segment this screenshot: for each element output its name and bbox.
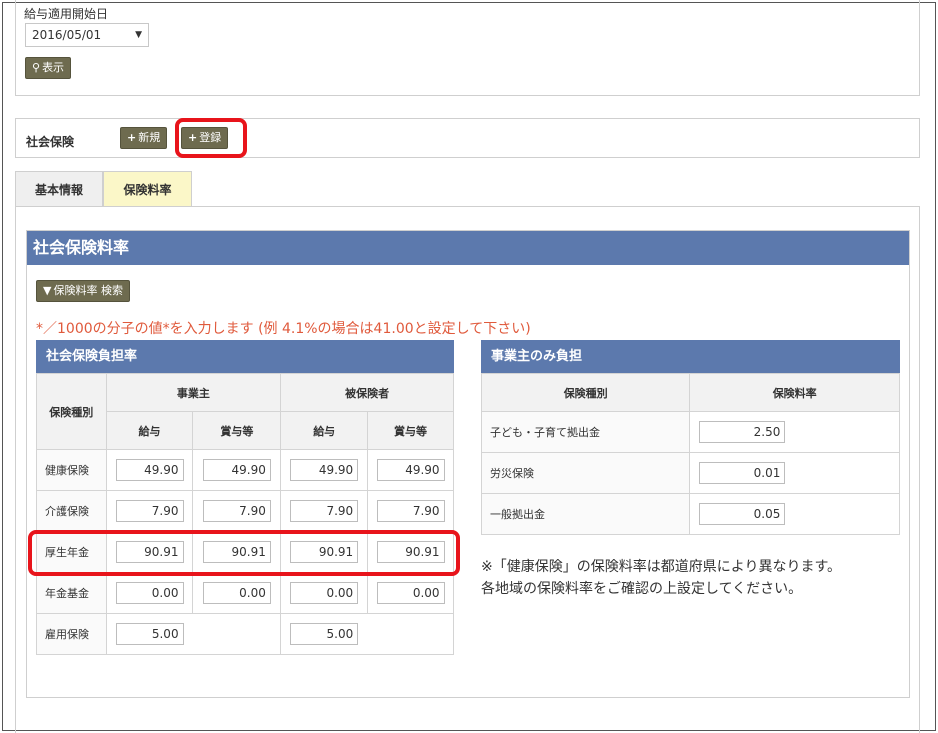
table-row: 健康保険 49.90 49.90 49.90 49.90 bbox=[36, 449, 454, 491]
row-label: 健康保険 bbox=[36, 449, 107, 491]
note-line-1: ※「健康保険」の保険料率は都道府県により異なります。 bbox=[481, 559, 842, 575]
new-button-label: 新規 bbox=[138, 131, 161, 144]
right-col-rate-header: 保険料率 bbox=[689, 373, 900, 412]
table-row: 年金基金 0.00 0.00 0.00 0.00 bbox=[36, 572, 454, 614]
tab-insurance-rate[interactable]: 保険料率 bbox=[103, 171, 192, 207]
employer-bonus-header: 賞与等 bbox=[192, 411, 282, 450]
search-icon: ⚲ bbox=[32, 61, 41, 74]
start-date-select[interactable]: 2016/05/01 ▼ bbox=[25, 23, 149, 47]
register-highlight bbox=[175, 118, 247, 158]
employer-header: 事業主 bbox=[105, 373, 282, 412]
rate-input[interactable]: 5.00 bbox=[115, 623, 184, 645]
rate-search-button[interactable]: ▼ 保険料率 検索 bbox=[36, 280, 130, 302]
filter-panel bbox=[15, 0, 920, 96]
start-date-label: 給与適用開始日 bbox=[24, 7, 109, 21]
insurance-label: 社会保険 bbox=[26, 135, 75, 149]
rate-input[interactable]: 7.90 bbox=[202, 500, 271, 522]
employer-only-table: 保険種別 保険料率 子ども・子育て拠出金 2.50 労災保険 0.01 一般拠出… bbox=[480, 373, 900, 535]
rate-input[interactable]: 49.90 bbox=[376, 459, 445, 481]
pension-row-highlight bbox=[28, 530, 460, 576]
rate-input[interactable]: 2.50 bbox=[699, 421, 786, 443]
table-row: 労災保険 0.01 bbox=[480, 452, 900, 494]
rate-input[interactable]: 49.90 bbox=[202, 459, 271, 481]
caret-down-icon: ▼ bbox=[135, 30, 142, 40]
row-label: 子ども・子育て拠出金 bbox=[480, 411, 691, 453]
row-label: 介護保険 bbox=[36, 490, 107, 532]
left-table-title: 社会保険負担率 bbox=[36, 340, 454, 373]
show-button[interactable]: ⚲ 表示 bbox=[25, 57, 72, 79]
burden-rate-table: 保険種別 事業主 被保険者 給与 賞与等 給与 賞与等 健康保険 49.90 4… bbox=[36, 373, 454, 655]
rate-search-label: 保険料率 検索 bbox=[53, 284, 123, 297]
insured-salary-header: 給与 bbox=[280, 411, 369, 450]
rate-input[interactable]: 0.00 bbox=[290, 582, 359, 604]
new-button[interactable]: + 新規 bbox=[120, 127, 168, 149]
rate-input[interactable]: 0.01 bbox=[699, 462, 786, 484]
col-type-header: 保険種別 bbox=[36, 373, 107, 450]
tab-basic-info[interactable]: 基本情報 bbox=[15, 171, 103, 207]
table-row: 一般拠出金 0.05 bbox=[480, 493, 900, 535]
table-row: 介護保険 7.90 7.90 7.90 7.90 bbox=[36, 490, 454, 532]
rate-input[interactable]: 49.90 bbox=[115, 459, 184, 481]
rate-input[interactable]: 7.90 bbox=[376, 500, 445, 522]
rate-input[interactable]: 49.90 bbox=[290, 459, 359, 481]
rate-input[interactable]: 7.90 bbox=[115, 500, 184, 522]
table-row: 子ども・子育て拠出金 2.50 bbox=[480, 411, 900, 453]
rate-input[interactable]: 0.00 bbox=[115, 582, 184, 604]
rate-input[interactable]: 0.00 bbox=[202, 582, 271, 604]
filter-icon: ▼ bbox=[43, 284, 52, 297]
start-date-value: 2016/05/01 bbox=[32, 28, 102, 42]
right-col-type-header: 保険種別 bbox=[480, 373, 691, 412]
health-insurance-note: ※「健康保険」の保険料率は都道府県により異なります。 各地域の保険料率をご確認の… bbox=[481, 556, 841, 600]
employer-salary-header: 給与 bbox=[105, 411, 194, 450]
plus-icon: + bbox=[127, 131, 137, 144]
row-label: 年金基金 bbox=[36, 572, 107, 614]
rate-input[interactable]: 7.90 bbox=[290, 500, 359, 522]
right-table-title: 事業主のみ負担 bbox=[481, 340, 900, 373]
show-button-label: 表示 bbox=[42, 61, 65, 74]
insured-header: 被保険者 bbox=[280, 373, 454, 412]
row-label: 一般拠出金 bbox=[480, 493, 691, 535]
row-label: 労災保険 bbox=[480, 452, 691, 494]
rate-input[interactable]: 0.05 bbox=[699, 503, 786, 525]
note-line-2: 各地域の保険料率をご確認の上設定してください。 bbox=[481, 581, 803, 597]
rate-input[interactable]: 0.00 bbox=[376, 582, 445, 604]
insured-bonus-header: 賞与等 bbox=[367, 411, 454, 450]
table-row: 雇用保険 5.00 5.00 bbox=[36, 613, 454, 655]
input-instruction: *／1000の分子の値*を入力します (例 4.1%の場合は41.00と設定して… bbox=[36, 321, 531, 337]
row-label: 雇用保険 bbox=[36, 613, 107, 655]
section-title: 社会保険料率 bbox=[27, 231, 909, 265]
rate-input[interactable]: 5.00 bbox=[290, 623, 359, 645]
